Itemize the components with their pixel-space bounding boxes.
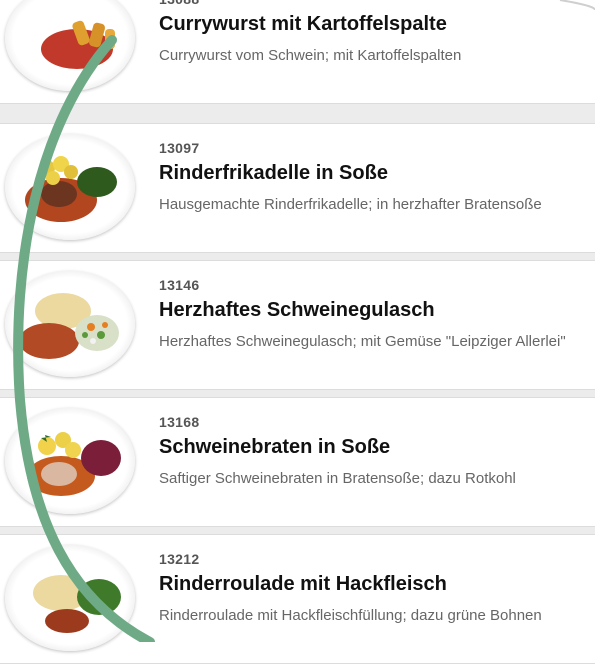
product-title: Rinderfrikadelle in Soße xyxy=(159,162,388,184)
product-title: Currywurst mit Kartoffelspalte xyxy=(159,13,447,35)
product-code: 13168 xyxy=(159,414,200,430)
product-description: Herzhaftes Schweinegulasch; mit Gemüse "… xyxy=(159,333,566,350)
dish-image xyxy=(5,408,135,514)
product-description: Hausgemachte Rinderfrikadelle; in herzha… xyxy=(159,196,542,213)
product-code: 13212 xyxy=(159,551,200,567)
dish-image xyxy=(5,271,135,377)
product-description: Currywurst vom Schwein; mit Kartoffelspa… xyxy=(159,47,462,64)
product-card[interactable]: 13088 Currywurst mit Kartoffelspalte Cur… xyxy=(0,0,595,104)
dish-image xyxy=(5,545,135,651)
product-title: Herzhaftes Schweinegulasch xyxy=(159,299,435,321)
product-card[interactable]: 13146 Herzhaftes Schweinegulasch Herzhaf… xyxy=(0,260,595,390)
product-code: 13146 xyxy=(159,277,200,293)
product-card[interactable]: 13212 Rinderroulade mit Hackfleisch Rind… xyxy=(0,534,595,664)
product-title: Rinderroulade mit Hackfleisch xyxy=(159,573,447,595)
dish-image xyxy=(5,134,135,240)
product-card[interactable]: 13168 Schweinebraten in Soße Saftiger Sc… xyxy=(0,397,595,527)
dish-image xyxy=(5,0,135,91)
product-code: 13088 xyxy=(159,0,199,7)
product-description: Saftiger Schweinebraten in Bratensoße; d… xyxy=(159,470,516,487)
product-title: Schweinebraten in Soße xyxy=(159,436,391,458)
product-card[interactable]: 13097 Rinderfrikadelle in Soße Hausgemac… xyxy=(0,123,595,253)
product-code: 13097 xyxy=(159,140,200,156)
product-description: Rinderroulade mit Hackfleischfüllung; da… xyxy=(159,607,542,624)
